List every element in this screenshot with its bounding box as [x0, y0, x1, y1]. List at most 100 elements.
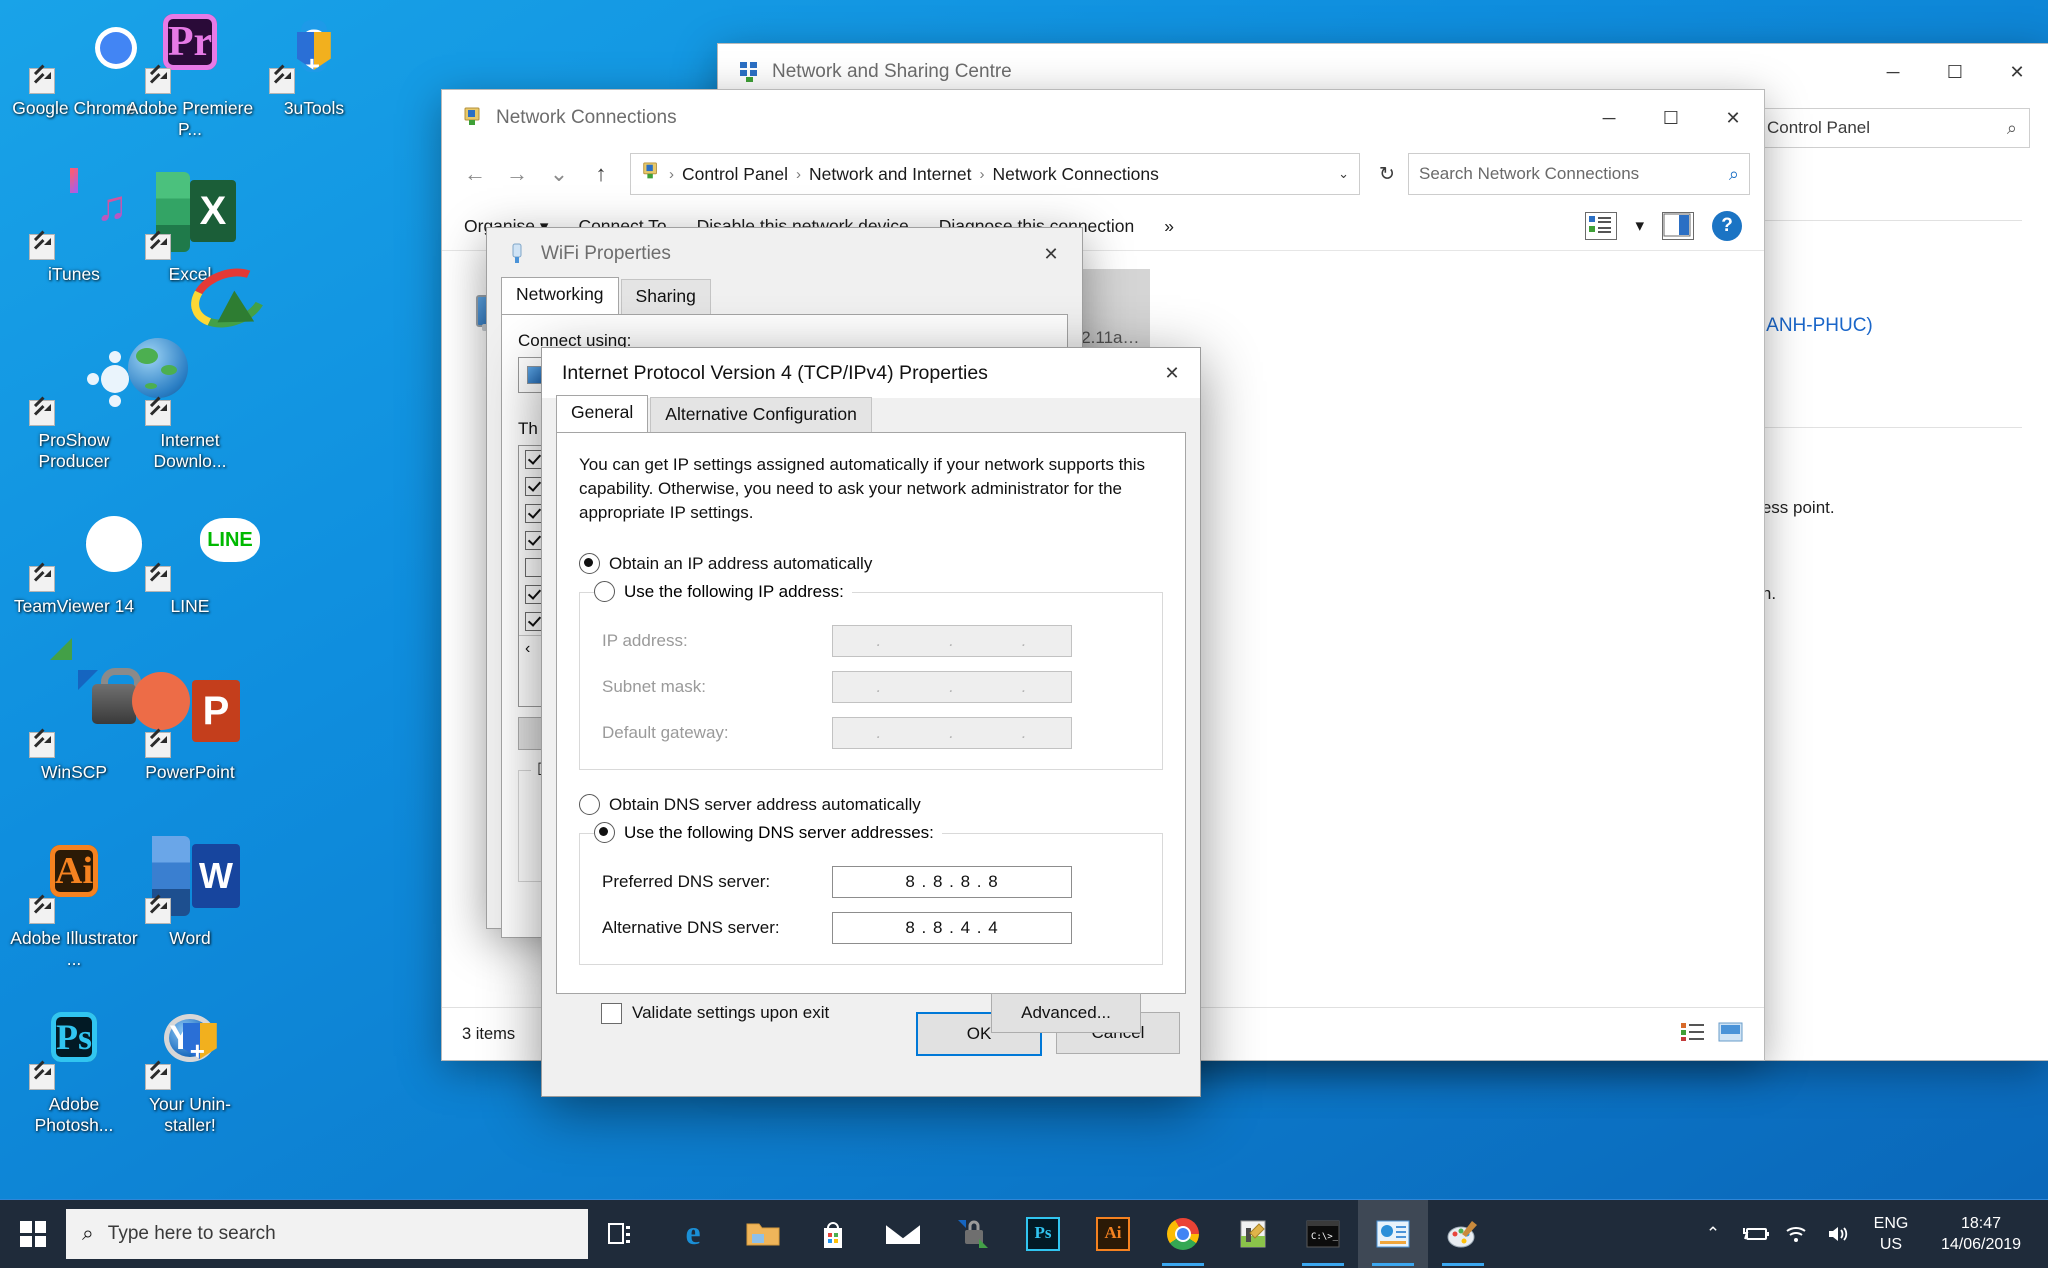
- checkbox-validate-settings[interactable]: Validate settings upon exit: [601, 1002, 829, 1024]
- nsc-search-input[interactable]: Control Panel ⌕: [1754, 108, 2030, 148]
- taskbar-winscp[interactable]: [938, 1200, 1008, 1268]
- tab-alternative-configuration[interactable]: Alternative Configuration: [650, 397, 872, 432]
- preferred-dns-input[interactable]: 8 . 8 . 8 . 8: [832, 866, 1072, 898]
- recent-locations-button[interactable]: ⌄: [540, 155, 578, 193]
- breadcrumb-item-control-panel[interactable]: Control Panel: [682, 164, 788, 185]
- taskbar-microsoft-edge[interactable]: e: [658, 1200, 728, 1268]
- radio-obtain-ip-automatically[interactable]: Obtain an IP address automatically: [579, 553, 1163, 574]
- clock[interactable]: 18:47 14/06/2019: [1922, 1213, 2040, 1255]
- breadcrumb-item-network-connections[interactable]: Network Connections: [993, 164, 1159, 185]
- nsc-fragment-top-link[interactable]: s: [1725, 176, 2022, 196]
- desktop-icon-itunes[interactable]: iTunes: [8, 168, 140, 285]
- nsc-window-buttons[interactable]: ─ ☐ ✕: [1862, 44, 2048, 100]
- subnet-mask-input[interactable]: ...: [832, 671, 1072, 703]
- nsc-fragment-wifi-link[interactable]: Fi (HANH-PHUC): [1725, 315, 2022, 337]
- checkbox[interactable]: [601, 1002, 622, 1024]
- tab-general[interactable]: General: [556, 395, 649, 432]
- desktop-icon-proshow-producer[interactable]: ProShow Producer: [8, 338, 140, 472]
- refresh-button[interactable]: ↻: [1370, 155, 1404, 193]
- nsc-close-button[interactable]: ✕: [1986, 44, 2048, 100]
- desktop-icon-teamviewer-14[interactable]: TeamViewer 14: [8, 504, 143, 617]
- ipv4-window-buttons[interactable]: ✕: [1144, 348, 1200, 398]
- desktop-icon-your-uninstaller[interactable]: YuYour Unin-staller!: [124, 1002, 256, 1136]
- taskbar-microsoft-store[interactable]: [798, 1200, 868, 1268]
- taskbar-google-chrome[interactable]: [1148, 1200, 1218, 1268]
- desktop-icon-adobe-illustrator[interactable]: Ai Adobe Illustrator ...: [8, 836, 140, 970]
- breadcrumb-item-network-and-internet[interactable]: Network and Internet: [809, 164, 971, 185]
- netconn-maximize-button[interactable]: ☐: [1640, 90, 1702, 146]
- desktop-icon-3utools[interactable]: 3 3uTools: [248, 6, 380, 119]
- desktop-icon-adobe-photoshop[interactable]: Ps Adobe Photosh...: [8, 1002, 140, 1136]
- netconn-titlebar[interactable]: Network Connections ─ ☐ ✕: [442, 90, 1764, 146]
- wifi-icon[interactable]: [1776, 1200, 1818, 1268]
- details-view-icon[interactable]: [1680, 1021, 1706, 1048]
- desktop-icon-google-chrome[interactable]: Google Chrome: [8, 6, 140, 119]
- radio-button[interactable]: [594, 581, 615, 602]
- taskbar-command-prompt[interactable]: C:\>_: [1288, 1200, 1358, 1268]
- ipv4-close-button[interactable]: ✕: [1144, 348, 1200, 398]
- taskbar-task-view-button[interactable]: [588, 1200, 658, 1268]
- desktop-icon-line[interactable]: LINE: [124, 504, 256, 617]
- taskbar-notepad-editor[interactable]: [1218, 1200, 1288, 1268]
- advanced-button[interactable]: Advanced...: [991, 993, 1141, 1033]
- desktop-icon-internet-download-manager[interactable]: Internet Downlo...: [124, 258, 276, 472]
- wifi-properties-close-button[interactable]: ✕: [1020, 228, 1082, 280]
- netconn-close-button[interactable]: ✕: [1702, 90, 1764, 146]
- speaker-icon[interactable]: [1818, 1200, 1860, 1268]
- taskbar-search-input[interactable]: ⌕ Type here to search: [66, 1209, 588, 1259]
- start-button[interactable]: [0, 1200, 66, 1268]
- radio-button[interactable]: [594, 822, 615, 843]
- language-indicator[interactable]: ENG US: [1860, 1213, 1922, 1255]
- chevron-down-icon[interactable]: ⌄: [1338, 166, 1349, 182]
- wifi-properties-tabs[interactable]: Networking Sharing: [487, 277, 1082, 314]
- default-gateway-input[interactable]: ...: [832, 717, 1072, 749]
- taskbar-file-explorer[interactable]: [728, 1200, 798, 1268]
- ipv4-properties-dialog[interactable]: Internet Protocol Version 4 (TCP/IPv4) P…: [542, 348, 1200, 1096]
- show-hidden-icons-button[interactable]: ⌃: [1692, 1200, 1734, 1268]
- radio-button[interactable]: [579, 794, 600, 815]
- taskbar-mail[interactable]: [868, 1200, 938, 1268]
- taskbar-paint[interactable]: [1428, 1200, 1498, 1268]
- up-button[interactable]: ↑: [582, 155, 620, 193]
- desktop-icon-winscp[interactable]: WinSCP: [8, 638, 141, 783]
- taskbar-control-panel[interactable]: [1358, 1200, 1428, 1268]
- taskbar-illustrator[interactable]: Ai: [1078, 1200, 1148, 1268]
- radio-button[interactable]: [579, 553, 600, 574]
- chevron-down-icon[interactable]: ▾: [1635, 216, 1644, 236]
- netconn-minimize-button[interactable]: ─: [1578, 90, 1640, 146]
- netconn-window-buttons[interactable]: ─ ☐ ✕: [1578, 90, 1764, 146]
- alternative-dns-input[interactable]: 8 . 8 . 4 . 4: [832, 912, 1072, 944]
- breadcrumb[interactable]: › Control Panel › Network and Internet ›…: [630, 153, 1360, 195]
- radio-use-following-ip[interactable]: Use the following IP address:: [594, 581, 852, 602]
- battery-icon[interactable]: [1734, 1200, 1776, 1268]
- taskbar[interactable]: ⌕ Type here to search e Ps Ai C:\>_ ⌃ EN…: [0, 1199, 2048, 1268]
- desktop-icon-adobe-premiere-pro[interactable]: Pr Adobe Premiere P...: [124, 6, 256, 140]
- desktop-icon-word[interactable]: Word: [124, 836, 256, 949]
- wifi-properties-titlebar[interactable]: WiFi Properties ✕: [487, 228, 1082, 280]
- help-icon[interactable]: ?: [1712, 211, 1742, 241]
- desktop-icon-powerpoint[interactable]: PowerPoint: [124, 670, 256, 783]
- ipv4-tabs[interactable]: General Alternative Configuration: [542, 395, 1200, 432]
- tab-networking[interactable]: Networking: [501, 277, 619, 314]
- nsc-minimize-button[interactable]: ─: [1862, 44, 1924, 100]
- wifi-properties-window-buttons[interactable]: ✕: [1020, 228, 1082, 280]
- status-view-buttons[interactable]: [1680, 1021, 1744, 1048]
- nsc-maximize-button[interactable]: ☐: [1924, 44, 1986, 100]
- command-overflow-button[interactable]: »: [1164, 216, 1174, 237]
- large-icons-view-icon[interactable]: [1718, 1021, 1744, 1048]
- back-button[interactable]: ←: [456, 155, 494, 193]
- forward-button[interactable]: →: [498, 155, 536, 193]
- ipv4-title: Internet Protocol Version 4 (TCP/IPv4) P…: [562, 361, 988, 384]
- tab-sharing[interactable]: Sharing: [620, 279, 711, 314]
- search-input[interactable]: Search Network Connections ⌕: [1408, 153, 1750, 195]
- preview-pane-icon[interactable]: [1662, 212, 1694, 240]
- ip-address-input[interactable]: ...: [832, 625, 1072, 657]
- radio-obtain-dns-automatically[interactable]: Obtain DNS server address automatically: [579, 794, 1163, 815]
- taskbar-photoshop[interactable]: Ps: [1008, 1200, 1078, 1268]
- cmdbar-right-tools[interactable]: ▾ ?: [1585, 211, 1742, 241]
- change-view-icon[interactable]: [1585, 212, 1618, 240]
- system-tray[interactable]: ⌃ ENG US 18:47 14/06/2019: [1692, 1200, 2048, 1268]
- ipv4-titlebar[interactable]: Internet Protocol Version 4 (TCP/IPv4) P…: [542, 348, 1200, 398]
- netconn-navigation-bar[interactable]: ← → ⌄ ↑ › Control Panel › Network and In…: [442, 146, 1764, 202]
- radio-use-following-dns[interactable]: Use the following DNS server addresses:: [594, 822, 942, 843]
